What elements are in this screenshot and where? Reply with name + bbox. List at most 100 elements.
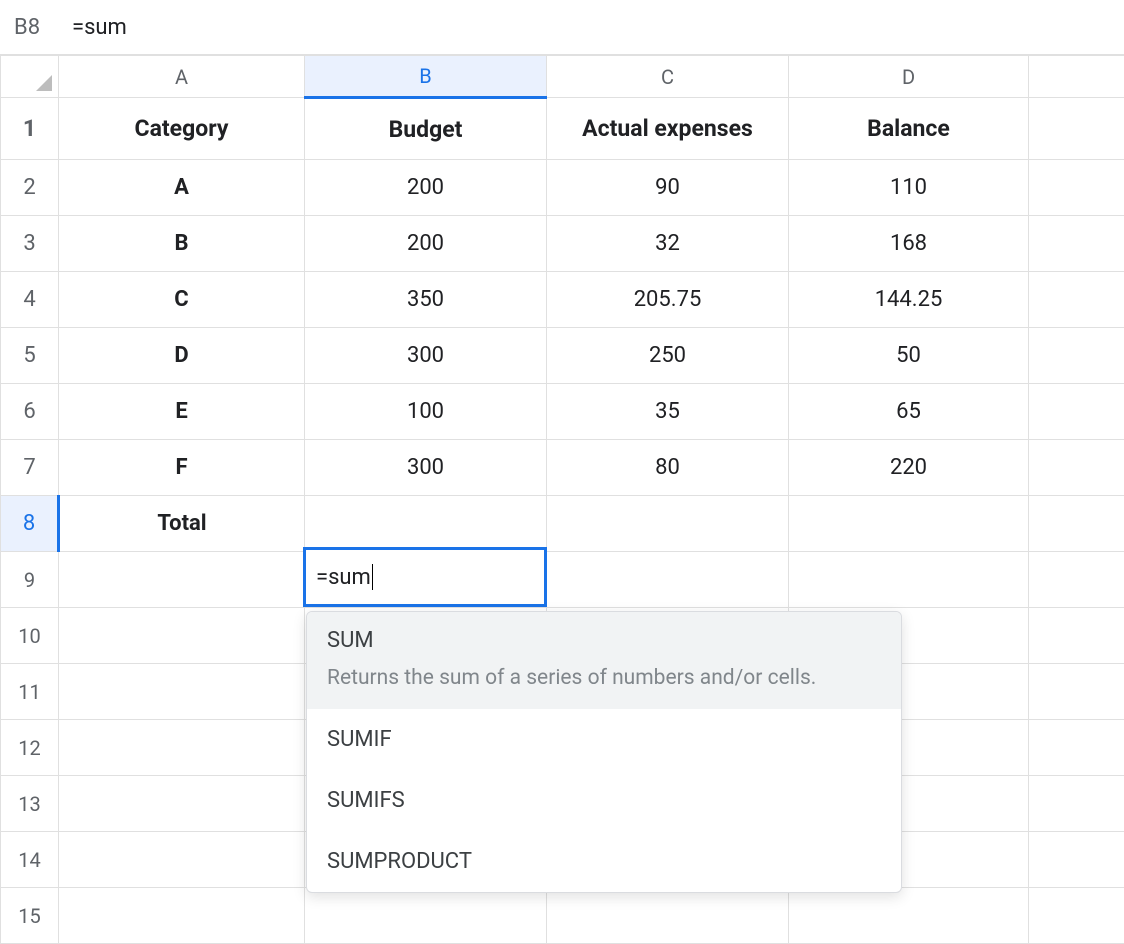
cell-a13[interactable] [59,776,305,832]
row-header-7[interactable]: 7 [1,440,59,496]
column-header-d[interactable]: D [789,56,1029,98]
cell-a10[interactable] [59,608,305,664]
cell-c15[interactable] [547,888,789,944]
cell-e6[interactable] [1029,384,1124,440]
row-header-11[interactable]: 11 [1,664,59,720]
cell-d8[interactable] [789,496,1029,552]
row-header-3[interactable]: 3 [1,216,59,272]
cell-b8[interactable] [305,496,547,552]
cell-c3[interactable]: 32 [547,216,789,272]
row-header-1[interactable]: 1 [1,98,59,160]
cell-b3[interactable]: 200 [305,216,547,272]
row-header-12[interactable]: 12 [1,720,59,776]
cell-e5[interactable] [1029,328,1124,384]
cell-e8[interactable] [1029,496,1124,552]
cell-e11[interactable] [1029,664,1124,720]
row-header-9[interactable]: 9 [1,552,59,608]
cell-a3[interactable]: B [59,216,305,272]
cell-e13[interactable] [1029,776,1124,832]
formula-input[interactable]: =sum [66,15,127,40]
formula-autocomplete-dropdown: SUM Returns the sum of a series of numbe… [306,611,902,893]
cell-c1[interactable]: Actual expenses [547,98,789,160]
row-5: 5 D 300 250 50 [1,328,1124,384]
cell-b7[interactable]: 300 [305,440,547,496]
row-header-2[interactable]: 2 [1,160,59,216]
cell-e1[interactable] [1029,98,1124,160]
cell-a5[interactable]: D [59,328,305,384]
cell-e15[interactable] [1029,888,1124,944]
cell-d1[interactable]: Balance [789,98,1029,160]
row-header-14[interactable]: 14 [1,832,59,888]
cell-a1[interactable]: Category [59,98,305,160]
column-header-c[interactable]: C [547,56,789,98]
row-header-15[interactable]: 15 [1,888,59,944]
cell-reference-box[interactable]: B8 [14,15,66,40]
row-3: 3 B 200 32 168 [1,216,1124,272]
row-4: 4 C 350 205.75 144.25 [1,272,1124,328]
cell-c9[interactable] [547,552,789,608]
row-6: 6 E 100 35 65 [1,384,1124,440]
cell-d3[interactable]: 168 [789,216,1029,272]
cell-c2[interactable]: 90 [547,160,789,216]
cell-e12[interactable] [1029,720,1124,776]
cell-e4[interactable] [1029,272,1124,328]
cell-b2[interactable]: 200 [305,160,547,216]
cell-a14[interactable] [59,832,305,888]
row-header-5[interactable]: 5 [1,328,59,384]
row-2: 2 A 200 90 110 [1,160,1124,216]
spreadsheet-grid: A B C D 1 Category Budget Actual expense… [0,55,1124,944]
cell-a4[interactable]: C [59,272,305,328]
row-header-10[interactable]: 10 [1,608,59,664]
autocomplete-item-sumproduct[interactable]: SUMPRODUCT [307,831,901,892]
cell-a11[interactable] [59,664,305,720]
formula-bar: B8 =sum [0,0,1124,55]
autocomplete-item-title: SUM [327,628,881,653]
cell-e10[interactable] [1029,608,1124,664]
cell-a12[interactable] [59,720,305,776]
cell-c5[interactable]: 250 [547,328,789,384]
cell-e7[interactable] [1029,440,1124,496]
row-header-8[interactable]: 8 [1,496,59,552]
corner-triangle-icon [36,75,52,91]
cell-d9[interactable] [789,552,1029,608]
autocomplete-item-sumifs[interactable]: SUMIFS [307,770,901,831]
cell-d5[interactable]: 50 [789,328,1029,384]
cell-d7[interactable]: 220 [789,440,1029,496]
row-7: 7 F 300 80 220 [1,440,1124,496]
cell-b15[interactable] [305,888,547,944]
cell-a15[interactable] [59,888,305,944]
column-header-a[interactable]: A [59,56,305,98]
row-header-13[interactable]: 13 [1,776,59,832]
active-cell-text: =sum [316,565,371,590]
cell-d15[interactable] [789,888,1029,944]
cell-b1[interactable]: Budget [305,98,547,160]
cell-a8[interactable]: Total [59,496,305,552]
cell-d6[interactable]: 65 [789,384,1029,440]
cell-c6[interactable]: 35 [547,384,789,440]
cell-e14[interactable] [1029,832,1124,888]
active-cell-editor[interactable]: =sum [303,547,547,607]
column-header-b[interactable]: B [305,56,547,98]
cell-a2[interactable]: A [59,160,305,216]
cell-c4[interactable]: 205.75 [547,272,789,328]
cell-e2[interactable] [1029,160,1124,216]
cell-d2[interactable]: 110 [789,160,1029,216]
row-header-6[interactable]: 6 [1,384,59,440]
cell-b5[interactable]: 300 [305,328,547,384]
column-header-e[interactable] [1029,56,1124,98]
row-9: 9 [1,552,1124,608]
cell-e3[interactable] [1029,216,1124,272]
cell-b4[interactable]: 350 [305,272,547,328]
autocomplete-item-sumif[interactable]: SUMIF [307,709,901,770]
cell-a7[interactable]: F [59,440,305,496]
cell-a9[interactable] [59,552,305,608]
cell-e9[interactable] [1029,552,1124,608]
cell-d4[interactable]: 144.25 [789,272,1029,328]
autocomplete-item-sum[interactable]: SUM Returns the sum of a series of numbe… [307,612,901,709]
cell-a6[interactable]: E [59,384,305,440]
row-header-4[interactable]: 4 [1,272,59,328]
select-all-corner[interactable] [1,56,59,98]
cell-c8[interactable] [547,496,789,552]
cell-c7[interactable]: 80 [547,440,789,496]
cell-b6[interactable]: 100 [305,384,547,440]
